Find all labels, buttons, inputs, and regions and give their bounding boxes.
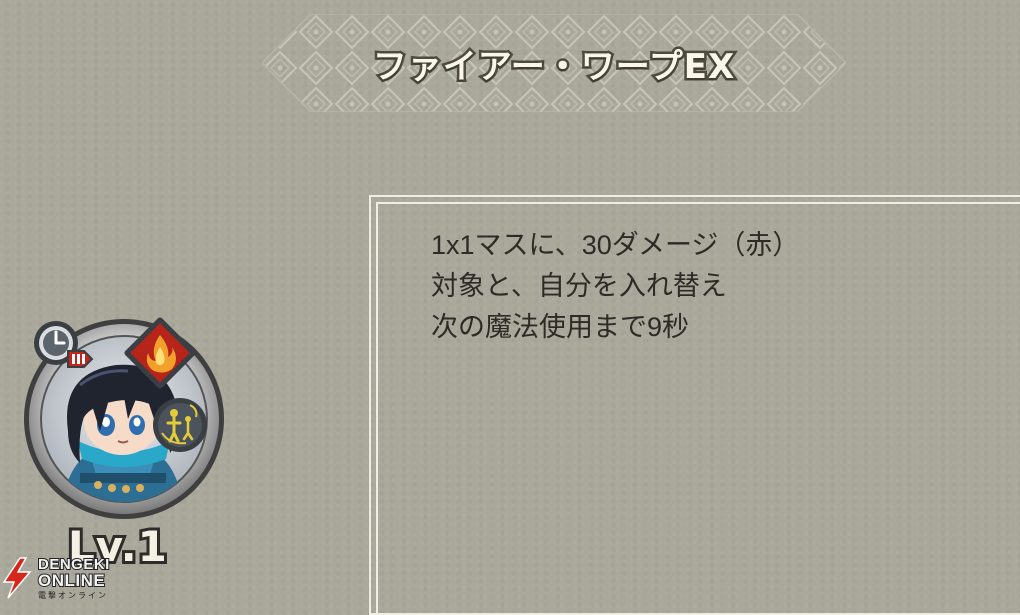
description-line-cooldown: 次の魔法使用まで9秒	[431, 312, 690, 342]
warp-swap-icon	[153, 398, 207, 452]
description-line-damage: 1x1マスに、30ダメージ（赤）	[431, 230, 800, 260]
skill-name: ファイアー・ワープEX	[370, 44, 736, 89]
skill-description-panel: 1x1マスに、30ダメージ（赤） 対象と、自分を入れ替え 次の魔法使用まで9秒	[369, 195, 1020, 615]
dengeki-online-watermark: DENGEKI ONLINE 電撃オンライン	[0, 555, 130, 600]
watermark-line3: 電撃オンライン	[38, 591, 108, 600]
description-line-swap: 対象と、自分を入れ替え	[431, 271, 727, 301]
skill-description: 1x1マスに、30ダメージ（赤） 対象と、自分を入れ替え 次の魔法使用まで9秒	[431, 225, 799, 348]
skill-title-banner: ファイアー・ワープEX	[262, 14, 846, 112]
character-medallion[interactable]	[20, 313, 228, 521]
watermark-line2: ONLINE	[37, 570, 106, 591]
lightning-bolt-icon	[2, 557, 32, 599]
